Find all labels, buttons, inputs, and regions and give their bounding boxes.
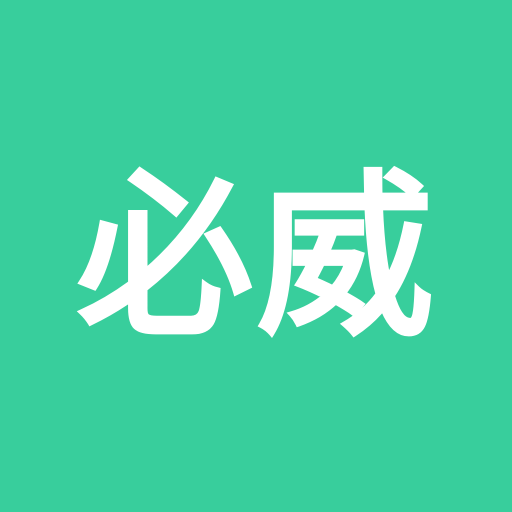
brand-logo-text: 必威: [76, 154, 436, 361]
app-icon-tile: 必威: [0, 0, 512, 512]
